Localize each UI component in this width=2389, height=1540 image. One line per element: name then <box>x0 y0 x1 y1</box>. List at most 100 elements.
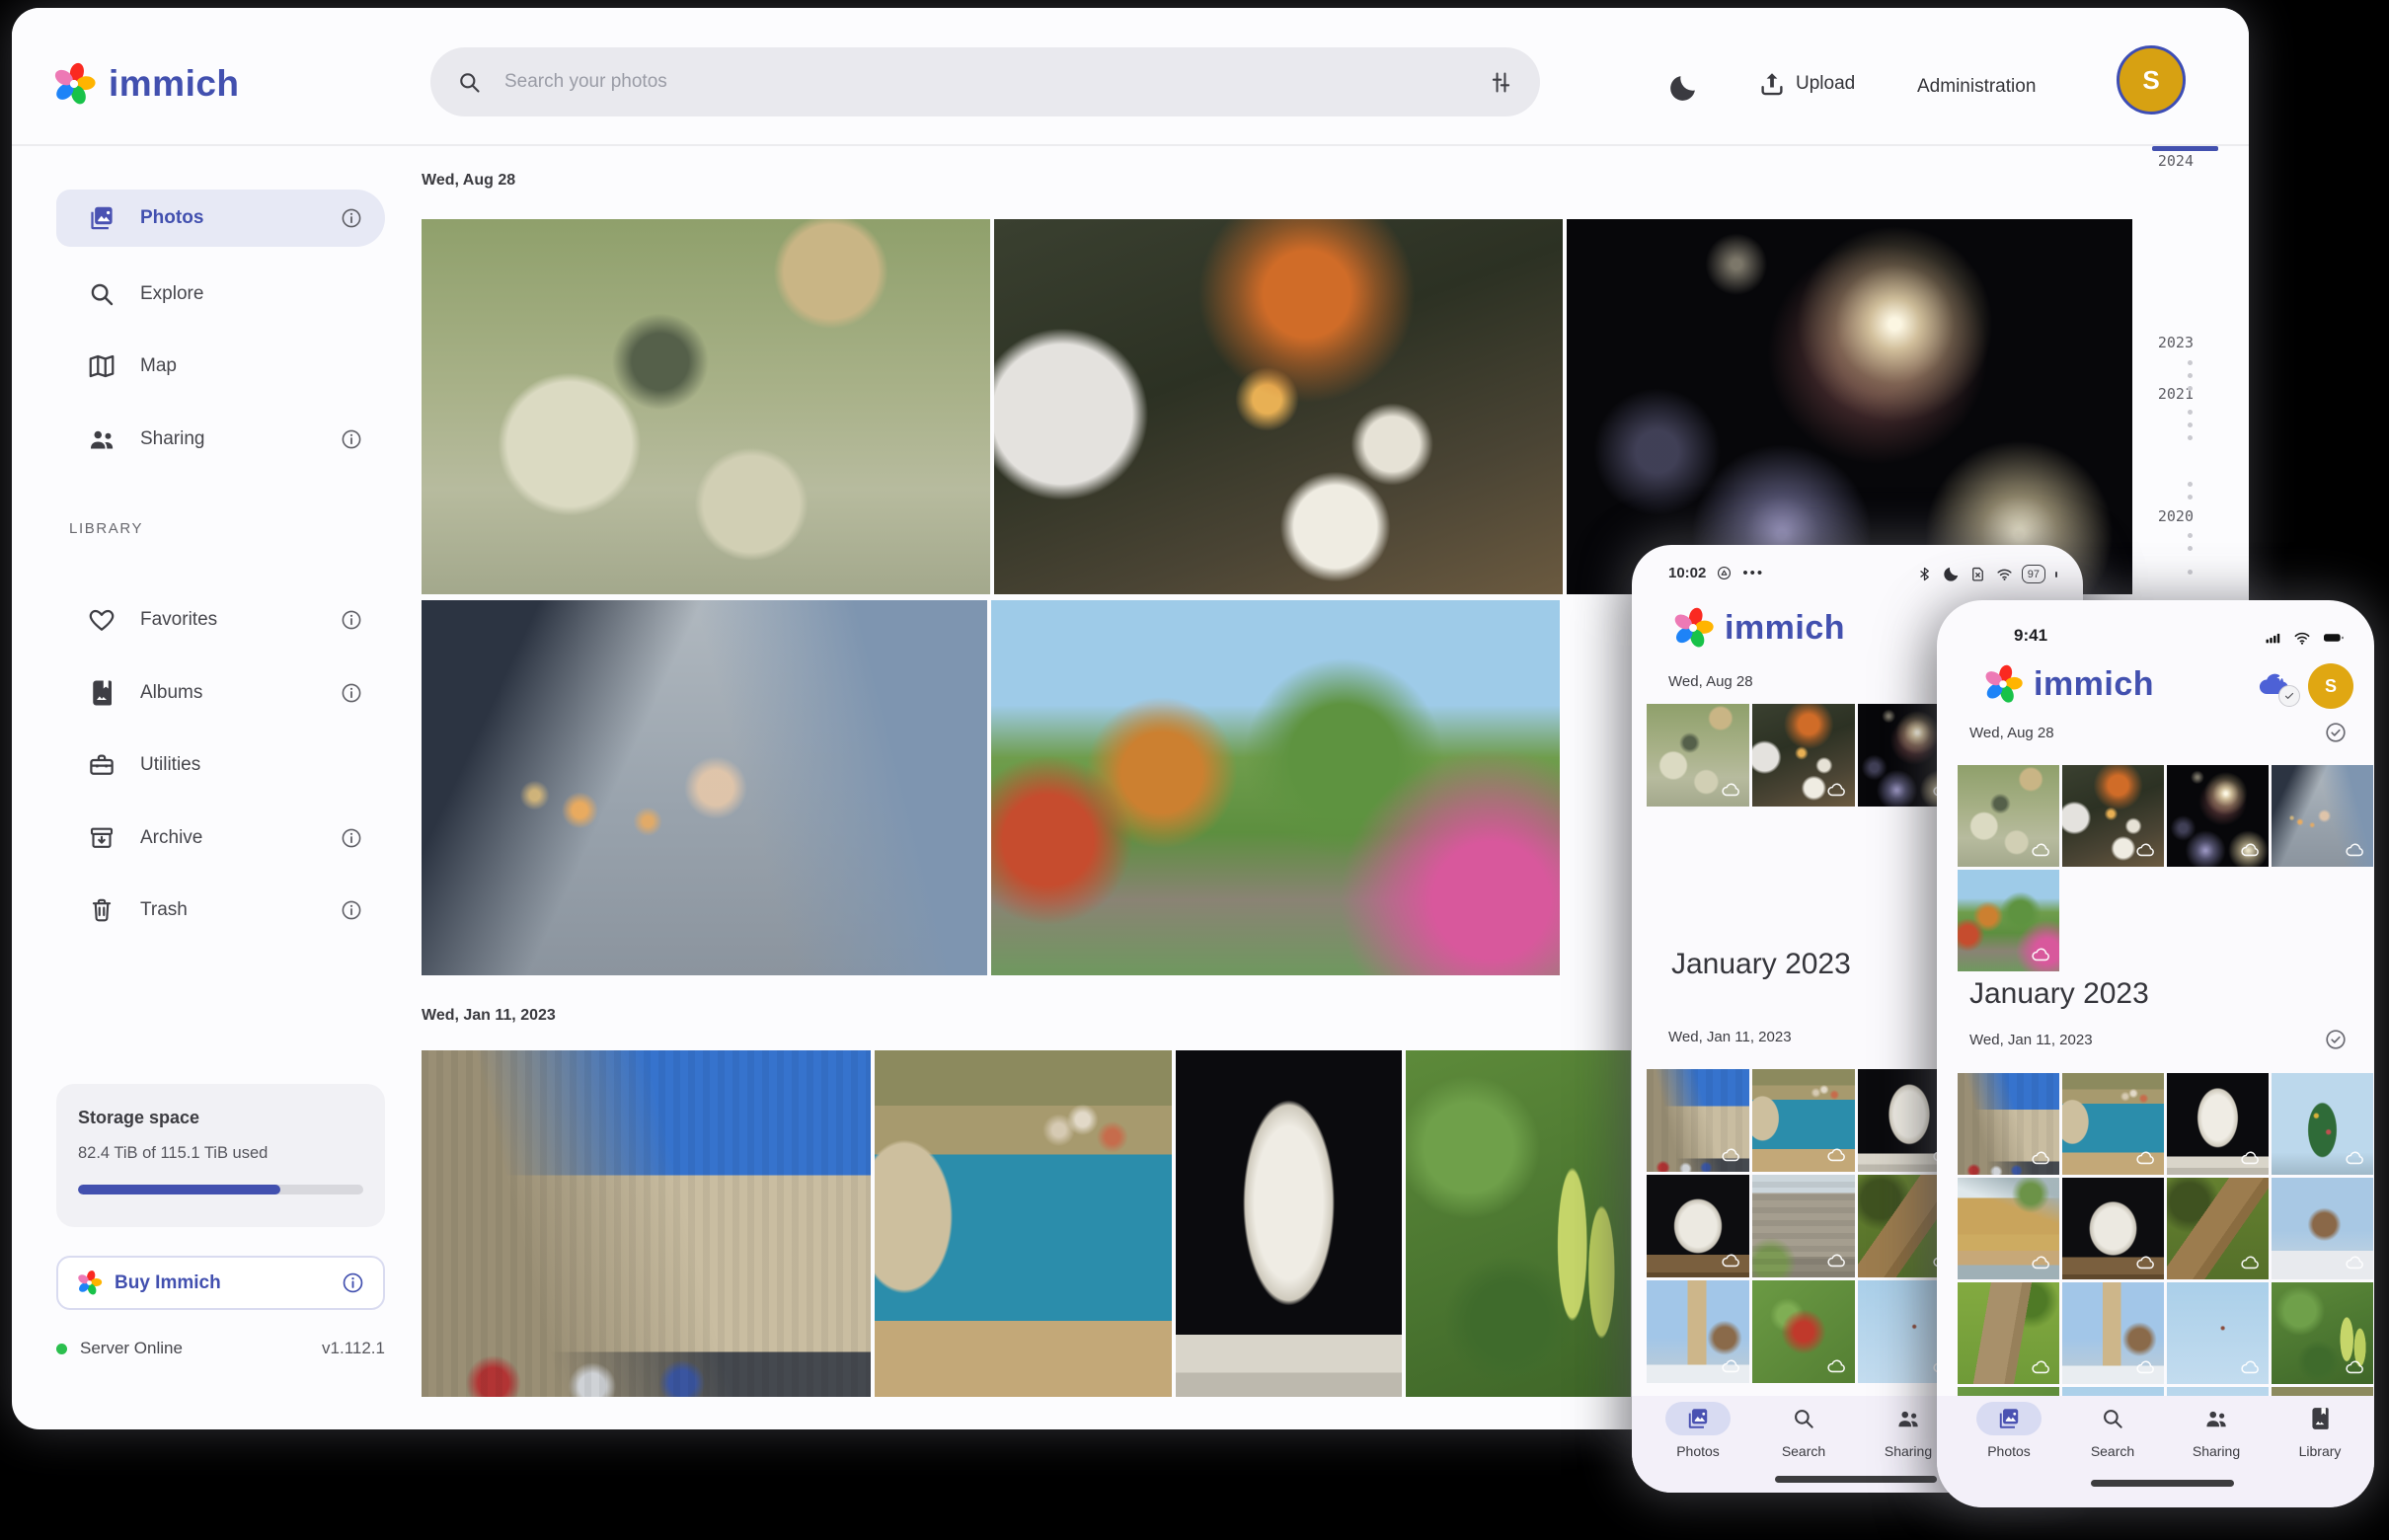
scrubber-year[interactable]: 2023 <box>2115 334 2194 351</box>
info-icon[interactable] <box>340 608 363 632</box>
tab-search[interactable]: Search <box>2065 1402 2160 1459</box>
sidebar-item-archive[interactable]: Archive <box>56 809 385 867</box>
immich-flower-icon <box>51 61 97 107</box>
immich-logo: immich <box>1671 606 1845 650</box>
photo-hands[interactable] <box>422 600 987 975</box>
photo-rock[interactable] <box>1647 1175 1749 1277</box>
scrubber-position-bar[interactable] <box>2152 146 2218 151</box>
tab-sharing[interactable]: Sharing <box>2169 1402 2264 1459</box>
sidebar-item-favorites[interactable]: Favorites <box>56 591 385 649</box>
sidebar-item-sharing[interactable]: Sharing <box>56 411 385 468</box>
date-group-label: Wed, Aug 28 <box>1668 673 1753 690</box>
photo-xmastree[interactable] <box>2272 1073 2373 1175</box>
photo-fireworks[interactable] <box>1567 219 2132 594</box>
immich-logo[interactable]: immich <box>51 61 240 107</box>
info-icon[interactable] <box>340 427 363 451</box>
photo-chalet[interactable] <box>2272 1178 2373 1279</box>
scrubber-year[interactable]: 2024 <box>2115 152 2194 170</box>
timeline-dot <box>2188 546 2193 551</box>
photo-monkeys[interactable] <box>1647 704 1749 807</box>
dark-mode-button[interactable] <box>1666 71 1700 105</box>
sidebar-item-albums[interactable]: Albums <box>56 664 385 722</box>
photo-sky1[interactable] <box>2167 1282 2269 1384</box>
heart-icon <box>87 605 116 635</box>
administration-link[interactable]: Administration <box>1917 76 2036 98</box>
cloud-sync-icon <box>2344 838 2366 861</box>
photo-ruins[interactable] <box>1752 1175 1855 1277</box>
info-icon[interactable] <box>340 898 363 922</box>
photo-cliff[interactable] <box>1958 1178 2059 1279</box>
backup-cloud[interactable] <box>2253 663 2298 703</box>
photo-dinner[interactable] <box>2062 765 2164 867</box>
photo-bust[interactable] <box>1176 1050 1402 1397</box>
sidebar-item-utilities[interactable]: Utilities <box>56 736 385 794</box>
timeline-dot <box>2188 435 2193 440</box>
info-icon[interactable] <box>340 206 363 230</box>
user-avatar[interactable]: S <box>2117 45 2186 115</box>
sidebar-item-explore[interactable]: Explore <box>56 266 385 323</box>
select-group-icon[interactable] <box>2324 1028 2348 1051</box>
photo-bay[interactable] <box>875 1050 1172 1397</box>
tab-search[interactable]: Search <box>1756 1402 1851 1459</box>
photo-bay[interactable] <box>2062 1073 2164 1175</box>
buy-immich-button[interactable]: Buy Immich <box>56 1256 385 1310</box>
cloud-sync-icon <box>2239 1146 2262 1169</box>
photo-autumn[interactable] <box>991 600 1560 975</box>
tab-library[interactable]: Library <box>2273 1402 2367 1459</box>
logo-text: immich <box>1725 609 1845 648</box>
sidebar-item-photos[interactable]: Photos <box>56 190 385 247</box>
photo-bay[interactable] <box>1752 1069 1855 1172</box>
photo-bust[interactable] <box>2167 1073 2269 1175</box>
photos-icon <box>1996 1406 2022 1431</box>
wifi-icon <box>2291 628 2313 648</box>
photo-monkeys[interactable] <box>1958 765 2059 867</box>
home-indicator <box>2091 1480 2234 1487</box>
search-filters-icon[interactable] <box>1488 69 1514 96</box>
night-mode-icon <box>1942 565 1961 583</box>
photo-grapes[interactable] <box>1406 1050 1631 1397</box>
photo-rock[interactable] <box>2062 1178 2164 1279</box>
scrubber-year[interactable]: 2021 <box>2115 385 2194 403</box>
photo-row <box>422 1050 1631 1397</box>
photo-grapes[interactable] <box>2272 1282 2373 1384</box>
photo-church[interactable] <box>2062 1282 2164 1384</box>
photo-fireworks[interactable] <box>2167 765 2269 867</box>
photo-sky1[interactable] <box>2062 1387 2164 1396</box>
signal-icon <box>2263 628 2284 648</box>
photo-bay[interactable] <box>2272 1387 2373 1396</box>
ellipsis-icon: ••• <box>1742 569 1764 578</box>
photo-redfruit[interactable] <box>1958 1387 2059 1396</box>
scrubber-year[interactable]: 2020 <box>2115 507 2194 525</box>
photo-lizard2[interactable] <box>1958 1282 2059 1384</box>
tab-photos[interactable]: Photos <box>1962 1402 2056 1459</box>
cloud-sync-icon <box>2134 838 2157 861</box>
sidebar-item-map[interactable]: Map <box>56 338 385 395</box>
info-icon[interactable] <box>340 826 363 850</box>
photo-sky2[interactable] <box>2167 1387 2269 1396</box>
photo-church[interactable] <box>1647 1280 1749 1383</box>
search-input[interactable]: Search your photos <box>430 47 1540 116</box>
photo-dinner[interactable] <box>1752 704 1855 807</box>
photo-castle[interactable] <box>422 1050 871 1397</box>
timeline-dot <box>2188 495 2193 500</box>
photo-monkeys[interactable] <box>422 219 990 594</box>
photo-dinner[interactable] <box>994 219 1563 594</box>
photo-lizard1[interactable] <box>2167 1178 2269 1279</box>
photos-icon <box>87 203 116 233</box>
photo-autumn[interactable] <box>1958 870 2059 971</box>
select-group-icon[interactable] <box>2324 721 2348 744</box>
info-icon[interactable] <box>341 1270 365 1295</box>
timeline-dot <box>2188 533 2193 538</box>
upload-button[interactable]: Upload <box>1757 69 1855 99</box>
month-header: January 2023 <box>1969 977 2149 1011</box>
photo-redfruit[interactable] <box>1752 1280 1855 1383</box>
tab-photos[interactable]: Photos <box>1651 1402 1745 1459</box>
user-avatar[interactable]: S <box>2308 663 2353 709</box>
photo-hands[interactable] <box>2272 765 2373 867</box>
cloud-sync-icon <box>2030 1355 2052 1378</box>
sidebar-item-trash[interactable]: Trash <box>56 882 385 939</box>
photo-castle[interactable] <box>1958 1073 2059 1175</box>
photo-castle[interactable] <box>1647 1069 1749 1172</box>
search-icon <box>2100 1406 2125 1431</box>
info-icon[interactable] <box>340 681 363 705</box>
